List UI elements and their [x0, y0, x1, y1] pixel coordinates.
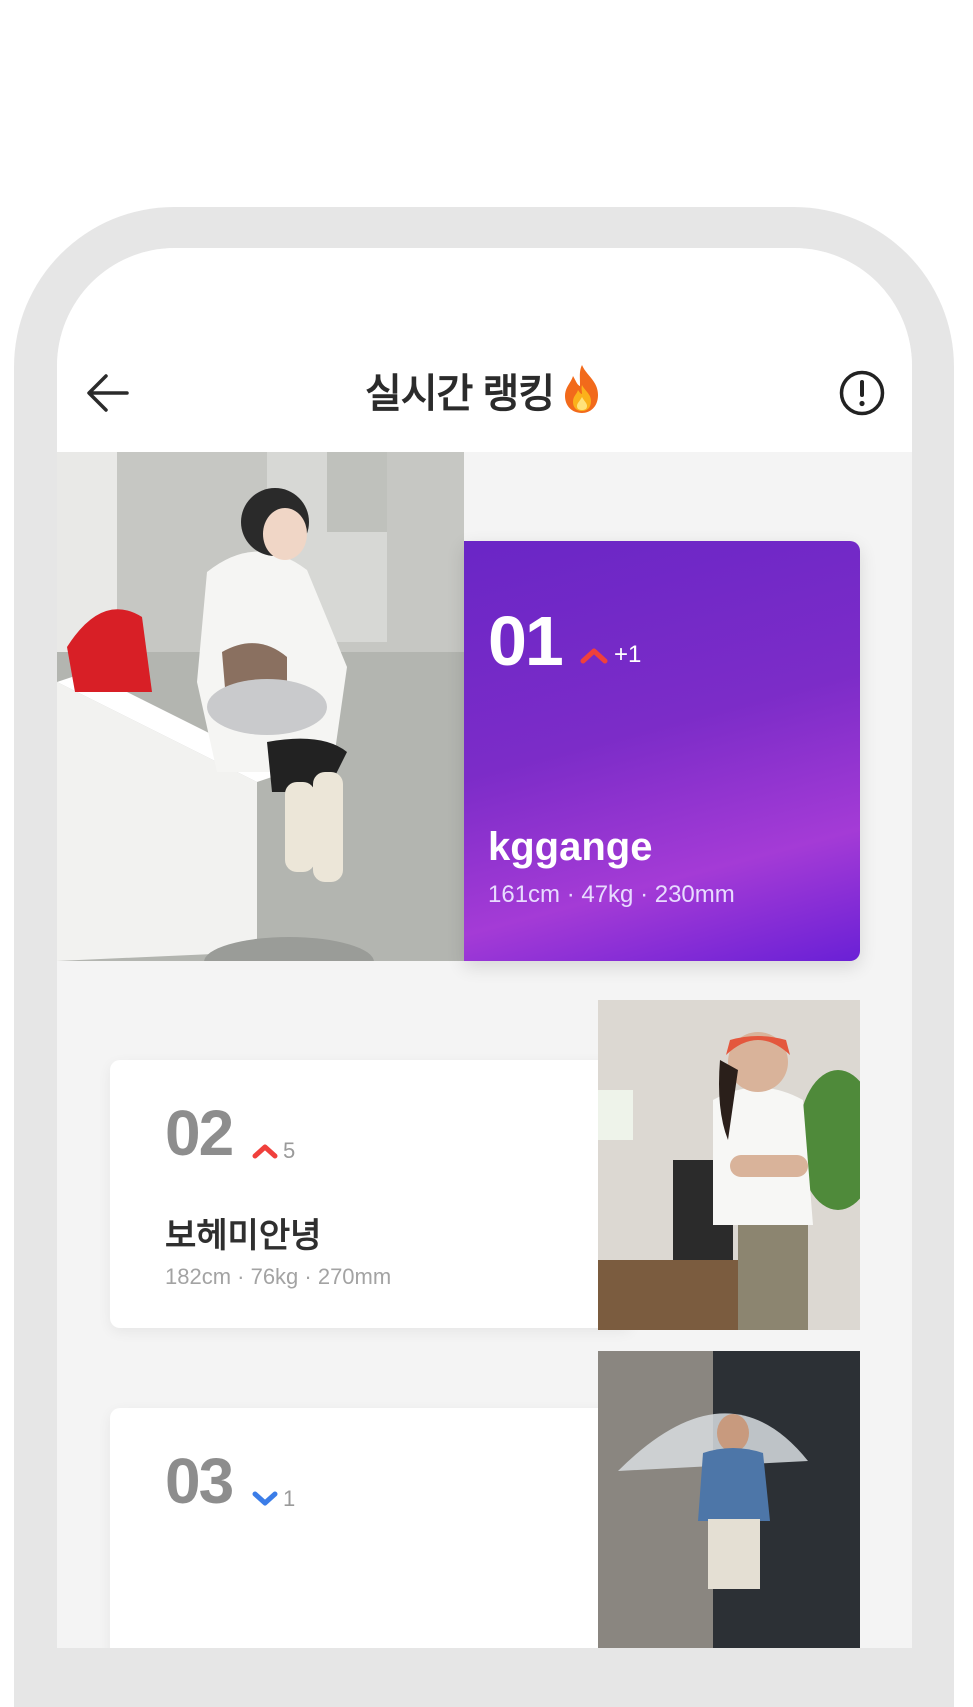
- ranking-photo-3: [598, 1351, 860, 1648]
- ranking-card-2: 02 5 보헤미안녕 182cm · 76kg · 270mm: [110, 1060, 630, 1328]
- profile-photo-3: [598, 1351, 860, 1648]
- rank-change: +1: [580, 641, 641, 669]
- rank-delta: +1: [614, 641, 642, 668]
- user-name: 보헤미안녕: [165, 1217, 322, 1255]
- ranking-card-3: 03 1: [110, 1408, 630, 1648]
- chevron-up-icon: [580, 648, 608, 664]
- ranking-card-1: 01 +1 kggange 161cm · 47kg · 230mm: [464, 541, 860, 961]
- page-title: 실시간 랭킹: [57, 361, 912, 425]
- rank-change: 5: [252, 1138, 295, 1164]
- exclamation-circle-icon: [839, 370, 885, 416]
- profile-photo-2: [598, 1000, 860, 1330]
- fire-icon: [560, 363, 604, 425]
- ranking-item-2[interactable]: 02 5 보헤미안녕 182cm · 76kg · 270mm: [110, 1000, 860, 1330]
- ranking-item-1[interactable]: 01 +1 kggange 161cm · 47kg · 230mm: [57, 452, 860, 961]
- rank-change: 1: [252, 1486, 295, 1512]
- user-body-spec: 161cm · 47kg · 230mm: [488, 881, 735, 908]
- page-title-text: 실시간 랭킹: [364, 372, 555, 416]
- info-button[interactable]: [835, 366, 889, 420]
- rank-number: 03: [165, 1445, 234, 1517]
- app-screen: 실시간 랭킹 01 +1 kggange 161cm · 47kg · 230m…: [57, 248, 912, 1648]
- rank-number: 02: [165, 1097, 234, 1169]
- top-app-bar: 실시간 랭킹: [57, 248, 912, 452]
- ranking-photo-1: [57, 452, 464, 961]
- rank-delta: 5: [283, 1138, 296, 1163]
- chevron-up-icon: [252, 1144, 278, 1159]
- rank-number: 01: [488, 602, 564, 680]
- profile-photo-1: [57, 452, 464, 961]
- chevron-down-icon: [252, 1491, 278, 1506]
- rank-delta: 1: [283, 1486, 296, 1511]
- user-name: kggange: [488, 825, 653, 869]
- ranking-item-3[interactable]: 03 1: [110, 1351, 860, 1648]
- ranking-photo-2: [598, 1000, 860, 1330]
- user-body-spec: 182cm · 76kg · 270mm: [165, 1264, 392, 1289]
